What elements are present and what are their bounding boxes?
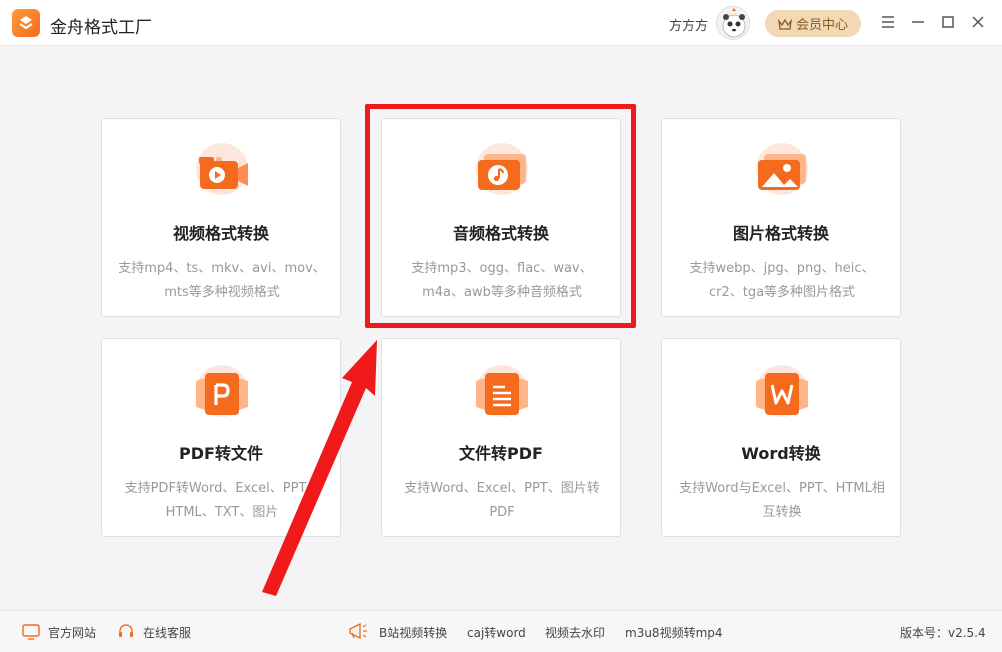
vip-center-button[interactable]: 会员中心 [765, 10, 861, 37]
video-convert-card[interactable]: 视频格式转换 支持mp4、ts、mkv、avi、mov、mts等多种视频格式 [101, 118, 341, 317]
word-convert-card[interactable]: Word转换 支持Word与Excel、PPT、HTML相互转换 [661, 338, 901, 537]
highlight-box [365, 104, 636, 328]
bilibili-video-link[interactable]: B站视频转换 [379, 624, 447, 641]
card-title: 图片格式转换 [732, 224, 829, 243]
file-to-pdf-card[interactable]: 文件转PDF 支持Word、Excel、PPT、图片转PDF [381, 338, 621, 537]
footer-bar: 官方网站 在线客服 B站视频转换 caj转word 视频去水印 m3u8视频转m… [0, 610, 1002, 652]
app-logo-icon [12, 9, 40, 37]
online-service-link[interactable]: 在线客服 [143, 624, 191, 641]
document-icon [470, 361, 534, 421]
megaphone-icon [349, 622, 367, 640]
menu-icon[interactable] [878, 12, 898, 32]
caj-to-word-link[interactable]: caj转word [467, 624, 526, 641]
pointer-arrow [262, 340, 377, 596]
version-label: 版本号：v2.5.4 [900, 626, 986, 640]
vip-center-label: 会员中心 [795, 18, 848, 33]
card-description: 支持Word、Excel、PPT、图片转PDF [404, 481, 600, 520]
maximize-icon[interactable] [938, 12, 958, 32]
card-title: Word转换 [741, 444, 821, 463]
m3u8-to-mp4-link[interactable]: m3u8视频转mp4 [625, 624, 723, 641]
headset-icon [119, 624, 133, 637]
close-icon[interactable] [968, 12, 988, 32]
title-bar: 金舟格式工厂 方方方 会员中心 [0, 0, 1002, 46]
monitor-icon [22, 624, 40, 640]
card-description: 支持mp4、ts、mkv、avi、mov、mts等多种视频格式 [118, 261, 326, 300]
official-site-link[interactable]: 官方网站 [48, 624, 96, 641]
image-convert-card[interactable]: 图片格式转换 支持webp、jpg、png、heic、cr2、tga等多种图片格… [661, 118, 901, 317]
image-icon [750, 141, 814, 201]
username[interactable]: 方方方 [669, 15, 708, 34]
minimize-icon[interactable] [908, 12, 928, 32]
avatar[interactable] [716, 6, 750, 40]
card-title: 文件转PDF [459, 444, 543, 463]
video-watermark-link[interactable]: 视频去水印 [545, 624, 605, 641]
card-description: 支持webp、jpg、png、heic、cr2、tga等多种图片格式 [689, 261, 875, 300]
card-description: 支持Word与Excel、PPT、HTML相互转换 [679, 481, 885, 520]
crown-icon [778, 18, 792, 30]
word-icon [750, 361, 814, 421]
app-title: 金舟格式工厂 [50, 18, 152, 38]
card-title: 视频格式转换 [172, 224, 269, 243]
video-icon [190, 141, 254, 201]
pdf-icon [190, 361, 254, 421]
